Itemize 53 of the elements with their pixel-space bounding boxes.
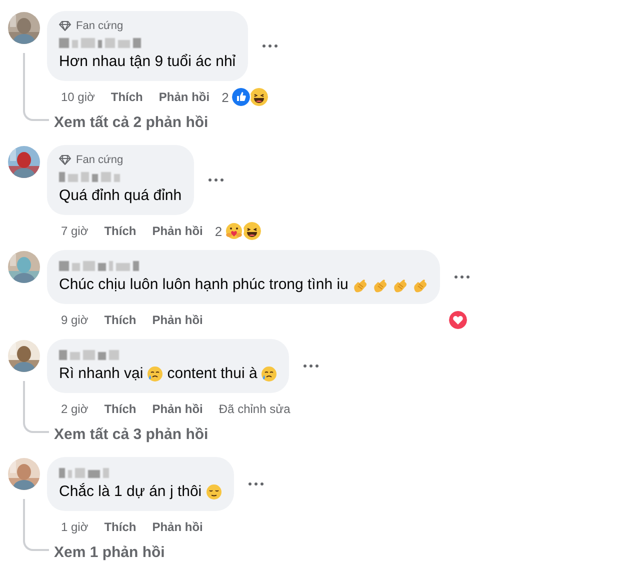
more-options-icon[interactable]	[248, 482, 264, 486]
comment-text: Chắc là 1 dự án j thôi	[59, 482, 202, 502]
laughing-face-icon	[242, 221, 262, 241]
teary-face-icon	[147, 366, 164, 382]
more-options-icon[interactable]	[262, 44, 278, 48]
comment-time[interactable]: 2 giờ	[61, 402, 88, 416]
like-link[interactable]: Thích	[104, 402, 136, 416]
more-options-icon[interactable]	[303, 364, 320, 368]
reply-link[interactable]: Phản hồi	[152, 224, 203, 238]
heart-icon	[448, 310, 468, 330]
comment-text: Chúc chịu luôn luôn hạnh phúc trong tình iu	[59, 275, 348, 295]
comment-text: content thui à	[167, 364, 258, 384]
thread-line	[23, 499, 49, 551]
diamond-icon	[59, 21, 71, 31]
edited-label: Đã chỉnh sửa	[218, 402, 290, 416]
like-link[interactable]: Thích	[104, 224, 136, 238]
view-replies-link[interactable]: Xem tất cả 3 phản hồi	[54, 424, 208, 444]
reaction-count: 2	[214, 224, 222, 238]
comment-text: Rì nhanh vại	[59, 364, 144, 384]
thread-line	[23, 381, 49, 433]
blurred-name	[59, 467, 109, 479]
hugging-face-icon	[224, 221, 244, 241]
laughing-face-icon	[248, 87, 269, 107]
like-link[interactable]: Thích	[104, 313, 136, 327]
blurred-name	[59, 171, 120, 183]
reaction-count: 2	[222, 90, 229, 104]
blurred-name	[59, 349, 119, 361]
view-replies-link[interactable]: Xem 1 phản hồi	[54, 542, 165, 562]
hand-icon	[392, 277, 408, 293]
hand-icon	[372, 277, 388, 293]
comment-time[interactable]: 10 giờ	[61, 90, 95, 104]
badge-label: Fan cứng	[76, 20, 124, 32]
reply-link[interactable]: Phản hồi	[152, 313, 203, 327]
like-link[interactable]: Thích	[110, 90, 143, 104]
hand-icon	[352, 277, 368, 293]
badge-label: Fan cứng	[76, 154, 124, 166]
like-icon	[230, 87, 251, 107]
relieved-face-icon	[206, 484, 222, 500]
comment-time[interactable]: 7 giờ	[61, 224, 88, 238]
comment-time[interactable]: 9 giờ	[61, 313, 88, 327]
reply-link[interactable]: Phản hồi	[158, 90, 210, 104]
more-options-icon[interactable]	[208, 178, 224, 182]
hand-icon	[412, 277, 428, 293]
diamond-icon	[59, 155, 71, 165]
more-options-icon[interactable]	[454, 275, 470, 279]
teary-face-icon	[261, 366, 278, 382]
like-link[interactable]: Thích	[104, 520, 136, 534]
view-replies-link[interactable]: Xem tất cả 2 phản hồi	[54, 112, 208, 132]
reply-link[interactable]: Phản hồi	[152, 402, 203, 416]
comment-text: Hơn nhau tận 9 tuổi ác nhỉ	[59, 52, 236, 72]
comment-time[interactable]: 1 giờ	[61, 520, 88, 534]
comment-text: Quá đỉnh quá đỉnh	[59, 186, 182, 206]
reply-link[interactable]: Phản hồi	[152, 520, 203, 534]
